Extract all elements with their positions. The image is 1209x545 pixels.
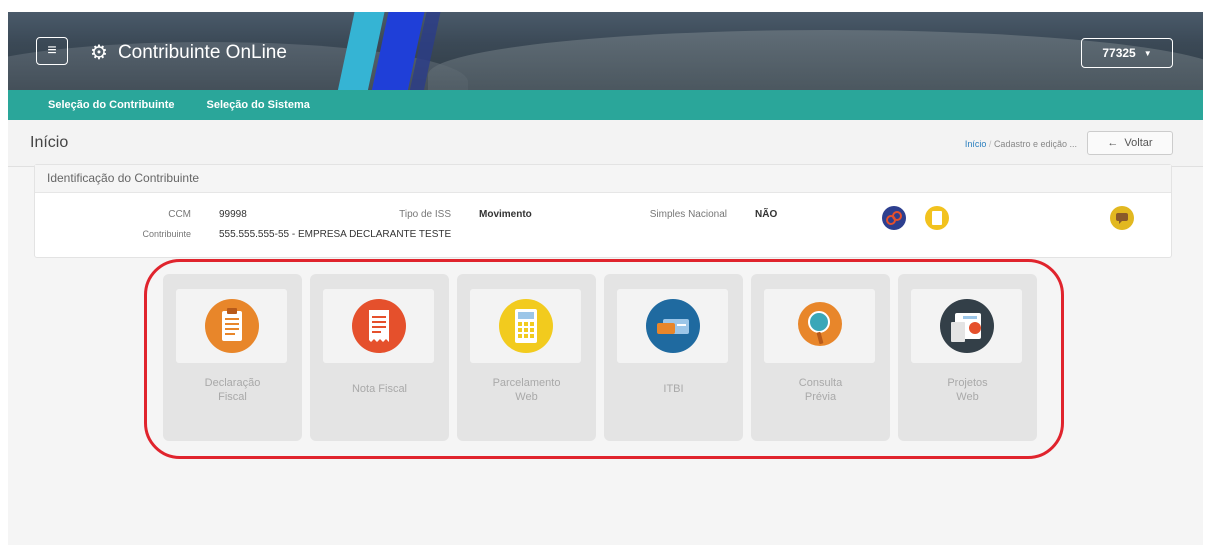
top-navbar: Seleção do Contribuinte Seleção do Siste… [8,90,1203,120]
breadcrumb-home-link[interactable]: Início [965,139,987,149]
back-button-label: Voltar [1124,137,1153,149]
links-icon[interactable] [882,206,906,230]
tile-projetos-web[interactable]: Projetos Web [898,274,1037,441]
nav-item-selecao-contribuinte[interactable]: Seleção do Contribuinte [8,90,191,120]
menu-toggle-button[interactable]: ≡ [36,37,68,65]
chat-icon[interactable] [1110,206,1134,230]
contribuinte-value: 555.555.555-55 - EMPRESA DECLARANTE TEST… [219,229,452,240]
calculator-icon [498,299,553,353]
tile-nota-fiscal[interactable]: Nota Fiscal [310,274,449,441]
tile-itbi[interactable]: ITBI [604,274,743,441]
breadcrumb-current: Cadastro e edição ... [993,139,1077,149]
hamburger-icon: ≡ [47,42,57,59]
user-dropdown-button[interactable]: 77325 ▼ [1081,38,1173,68]
iss-type-label: Tipo de ISS [399,209,451,220]
caret-down-icon: ▼ [1143,48,1152,58]
tile-label: Parcelamento Web [492,377,561,403]
simples-nacional-value: NÃO [755,209,778,220]
tile-declaracao-fiscal[interactable]: Declaração Fiscal [163,274,302,441]
page-title: Início [30,134,69,151]
nav-item-selecao-sistema[interactable]: Seleção do Sistema [191,90,326,120]
service-tiles: Declaração Fiscal Nota Fiscal Parcelamen… [163,274,1037,441]
card-icon [645,299,700,353]
contribuinte-label: Contribuinte [142,229,191,239]
ccm-label: CCM [168,209,191,220]
tile-consulta-previa[interactable]: Consulta Prévia [751,274,890,441]
magnifier-icon [797,302,842,346]
back-button[interactable]: ← Voltar [1087,131,1173,155]
document-icon[interactable] [925,206,949,230]
header-banner: ≡ ⚙ Contribuinte OnLine 77325 ▼ [8,12,1203,90]
tile-label: Nota Fiscal [351,383,408,395]
app-title: ⚙ Contribuinte OnLine [90,40,287,65]
tile-parcelamento-web[interactable]: Parcelamento Web [457,274,596,441]
tile-label: ITBI [663,383,684,395]
contributor-panel: Identificação do Contribuinte CCM 99998 … [34,164,1172,258]
tile-label: Projetos Web [947,377,988,403]
simples-nacional-label: Simples Nacional [649,209,727,220]
arrow-left-icon: ← [1107,137,1119,149]
web-project-icon [939,299,994,353]
ccm-value: 99998 [219,209,247,220]
contributor-panel-title: Identificação do Contribuinte [35,165,1171,193]
app-title-text: Contribuinte OnLine [117,41,287,63]
page-header: Início Início / Cadastro e edição ... ← … [8,120,1203,167]
breadcrumb: Início / Cadastro e edição ... [964,139,1077,149]
clipboard-icon [204,299,259,353]
gear-icon: ⚙ [90,42,108,64]
app-window: ≡ ⚙ Contribuinte OnLine 77325 ▼ Seleção … [8,12,1203,545]
iss-type-value: Movimento [479,209,532,220]
tile-label: Consulta Prévia [798,377,843,403]
user-code: 77325 [1102,46,1136,60]
receipt-icon [351,299,406,353]
tile-label: Declaração Fiscal [204,377,261,403]
